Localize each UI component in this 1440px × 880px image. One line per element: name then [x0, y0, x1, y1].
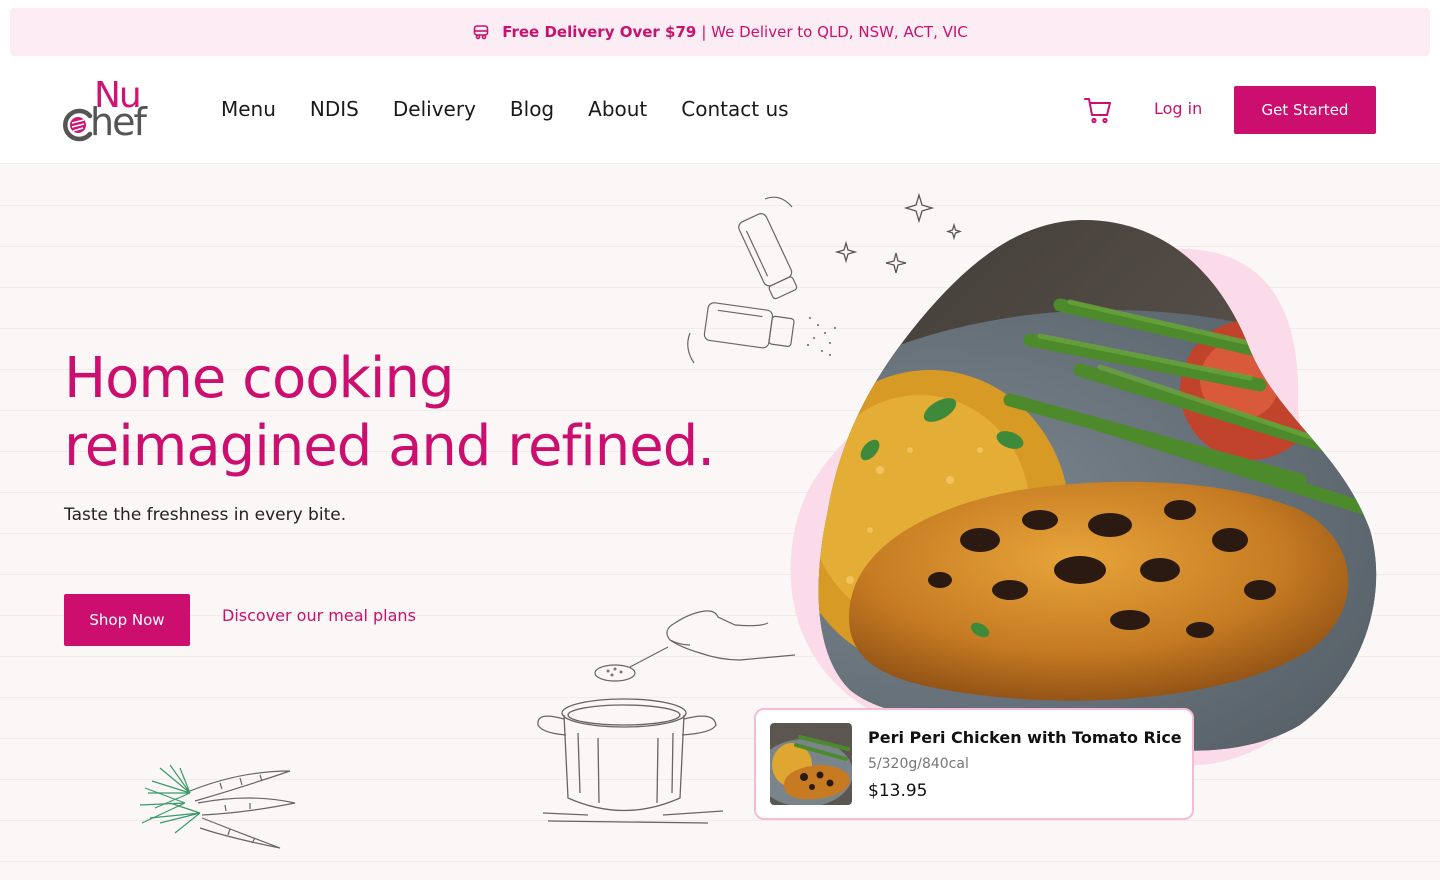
cart-icon[interactable] — [1082, 94, 1114, 126]
nav-item-contact[interactable]: Contact us — [681, 94, 788, 124]
cooking-pot-doodle-icon — [537, 698, 724, 824]
discover-meal-plans-link[interactable]: Discover our meal plans — [222, 606, 416, 625]
hand-spoon-doodle-icon — [594, 610, 796, 682]
login-link[interactable]: Log in — [1154, 96, 1202, 122]
headline-line-1: Home cooking — [64, 346, 455, 411]
product-thumbnail — [770, 723, 852, 805]
get-started-button[interactable]: Get Started — [1234, 86, 1376, 134]
logo-text-chef: hef — [90, 100, 147, 144]
nuchef-logo[interactable]: Nu hef — [62, 76, 164, 144]
nav-item-about[interactable]: About — [588, 94, 647, 124]
nav-item-blog[interactable]: Blog — [510, 94, 554, 124]
product-name: Peri Peri Chicken with Tomato Rice — [868, 727, 1182, 747]
hero-section: Home cooking reimagined and refined. Tas… — [0, 165, 1440, 880]
nav-item-ndis[interactable]: NDIS — [310, 94, 359, 124]
promo-banner: Free Delivery Over $79 | We Deliver to Q… — [10, 8, 1430, 56]
main-nav: Menu NDIS Delivery Blog About Contact us — [221, 94, 823, 124]
product-card[interactable]: Peri Peri Chicken with Tomato Rice 5/320… — [754, 708, 1194, 820]
nav-item-delivery[interactable]: Delivery — [393, 94, 476, 124]
product-price: $13.95 — [868, 780, 928, 801]
site-header: Nu hef Menu NDIS Delivery Blog About Con… — [0, 56, 1440, 164]
carrots-doodle-icon — [139, 764, 296, 849]
shop-now-button[interactable]: Shop Now — [64, 594, 190, 646]
truck-icon — [472, 23, 490, 41]
hero-headline: Home cooking reimagined and refined. — [64, 345, 764, 481]
promo-highlight: Free Delivery Over $79 — [502, 23, 697, 41]
headline-line-2: reimagined and refined. — [64, 414, 715, 479]
hero-food-image — [790, 219, 1377, 766]
promo-details: | We Deliver to QLD, NSW, ACT, VIC — [701, 23, 968, 41]
hero-subtitle: Taste the freshness in every bite. — [64, 505, 347, 525]
nav-item-menu[interactable]: Menu — [221, 94, 276, 124]
product-meta: 5/320g/840cal — [868, 755, 969, 772]
